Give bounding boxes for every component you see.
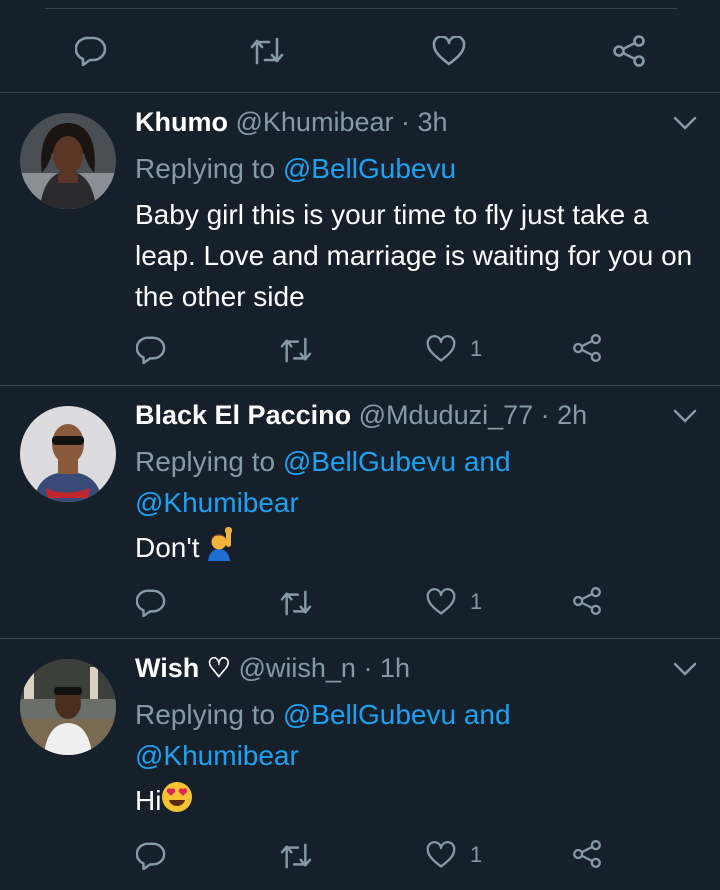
tweet-header: Black El Paccino @Mduduzi_77 · 2h: [135, 400, 587, 431]
heart-icon: [432, 36, 466, 66]
reply-button[interactable]: [136, 587, 166, 617]
previous-tweet-actions: [0, 0, 720, 93]
tweet-text: Baby girl this is your time to fly just …: [135, 199, 693, 312]
mention-link[interactable]: @BellGubevu: [283, 699, 456, 730]
retweet-button[interactable]: [280, 589, 312, 617]
mention-joiner: and: [456, 699, 511, 730]
person-raising-hand-emoji: [204, 527, 234, 572]
share-button[interactable]: [572, 839, 602, 869]
like-button[interactable]: 1: [426, 588, 482, 616]
mention-link[interactable]: @Khumibear: [135, 740, 299, 771]
avatar[interactable]: [20, 113, 116, 209]
mention-link[interactable]: @BellGubevu: [283, 446, 456, 477]
heart-icon: [426, 588, 456, 615]
handle-time: @Khumibear · 3h: [235, 107, 448, 137]
share-button[interactable]: [572, 586, 602, 616]
mention-link[interactable]: @Khumibear: [135, 487, 299, 518]
like-button[interactable]: 1: [426, 335, 482, 363]
display-name[interactable]: Khumo: [135, 107, 228, 137]
tweet-text: Hi: [135, 780, 695, 824]
avatar[interactable]: [20, 659, 116, 755]
chevron-down-icon: [673, 116, 697, 130]
like-button[interactable]: 1: [426, 841, 482, 869]
retweet-icon: [280, 590, 312, 616]
tweet-header: Khumo @Khumibear · 3h: [135, 107, 448, 138]
avatar[interactable]: [20, 406, 116, 502]
comment-icon: [136, 589, 166, 617]
heart-icon: [426, 841, 456, 868]
heart-eyes-emoji: [161, 781, 193, 824]
reply-button[interactable]: [136, 334, 166, 364]
reply-tweet[interactable]: Wish ♡ @wiish_n · 1h Replying to @BellGu…: [0, 639, 720, 890]
retweet-button[interactable]: [250, 36, 284, 66]
comment-icon: [136, 842, 166, 870]
retweet-icon: [280, 843, 312, 869]
more-options-button[interactable]: [672, 115, 698, 136]
handle-time: @wiish_n · 1h: [238, 653, 410, 683]
replying-to: Replying to @BellGubevu and @Khumibear: [135, 446, 511, 518]
retweet-icon: [250, 37, 284, 65]
share-button[interactable]: [572, 333, 602, 363]
reply-tweet[interactable]: Black El Paccino @Mduduzi_77 · 2h Replyi…: [0, 386, 720, 639]
divider: [45, 8, 677, 9]
mention-joiner: and: [456, 446, 511, 477]
display-name[interactable]: Wish ♡: [135, 653, 231, 683]
chevron-down-icon: [673, 662, 697, 676]
reply-tweet[interactable]: Khumo @Khumibear · 3h Replying to @BellG…: [0, 93, 720, 386]
display-name[interactable]: Black El Paccino: [135, 400, 351, 430]
reply-button[interactable]: [136, 840, 166, 870]
like-button[interactable]: [432, 36, 466, 66]
chevron-down-icon: [673, 409, 697, 423]
retweet-button[interactable]: [280, 842, 312, 870]
share-icon: [573, 840, 601, 868]
reply-button[interactable]: [75, 34, 107, 66]
retweet-button[interactable]: [280, 336, 312, 364]
replying-to: Replying to @BellGubevu and @Khumibear: [135, 699, 511, 771]
tweet-text: Don't: [135, 527, 695, 572]
share-button[interactable]: [612, 34, 646, 68]
like-count: 1: [470, 336, 483, 361]
comment-icon: [75, 36, 107, 66]
more-options-button[interactable]: [672, 408, 698, 429]
mention-link[interactable]: @BellGubevu: [283, 153, 456, 184]
like-count: 1: [470, 842, 483, 867]
more-options-button[interactable]: [672, 661, 698, 682]
tweet-header: Wish ♡ @wiish_n · 1h: [135, 653, 410, 684]
retweet-icon: [280, 337, 312, 363]
handle-time: @Mduduzi_77 · 2h: [358, 400, 588, 430]
share-icon: [613, 35, 645, 67]
share-icon: [573, 587, 601, 615]
share-icon: [573, 334, 601, 362]
heart-icon: [426, 335, 456, 362]
comment-icon: [136, 336, 166, 364]
replying-to: Replying to @BellGubevu: [135, 153, 457, 184]
like-count: 1: [470, 589, 483, 614]
